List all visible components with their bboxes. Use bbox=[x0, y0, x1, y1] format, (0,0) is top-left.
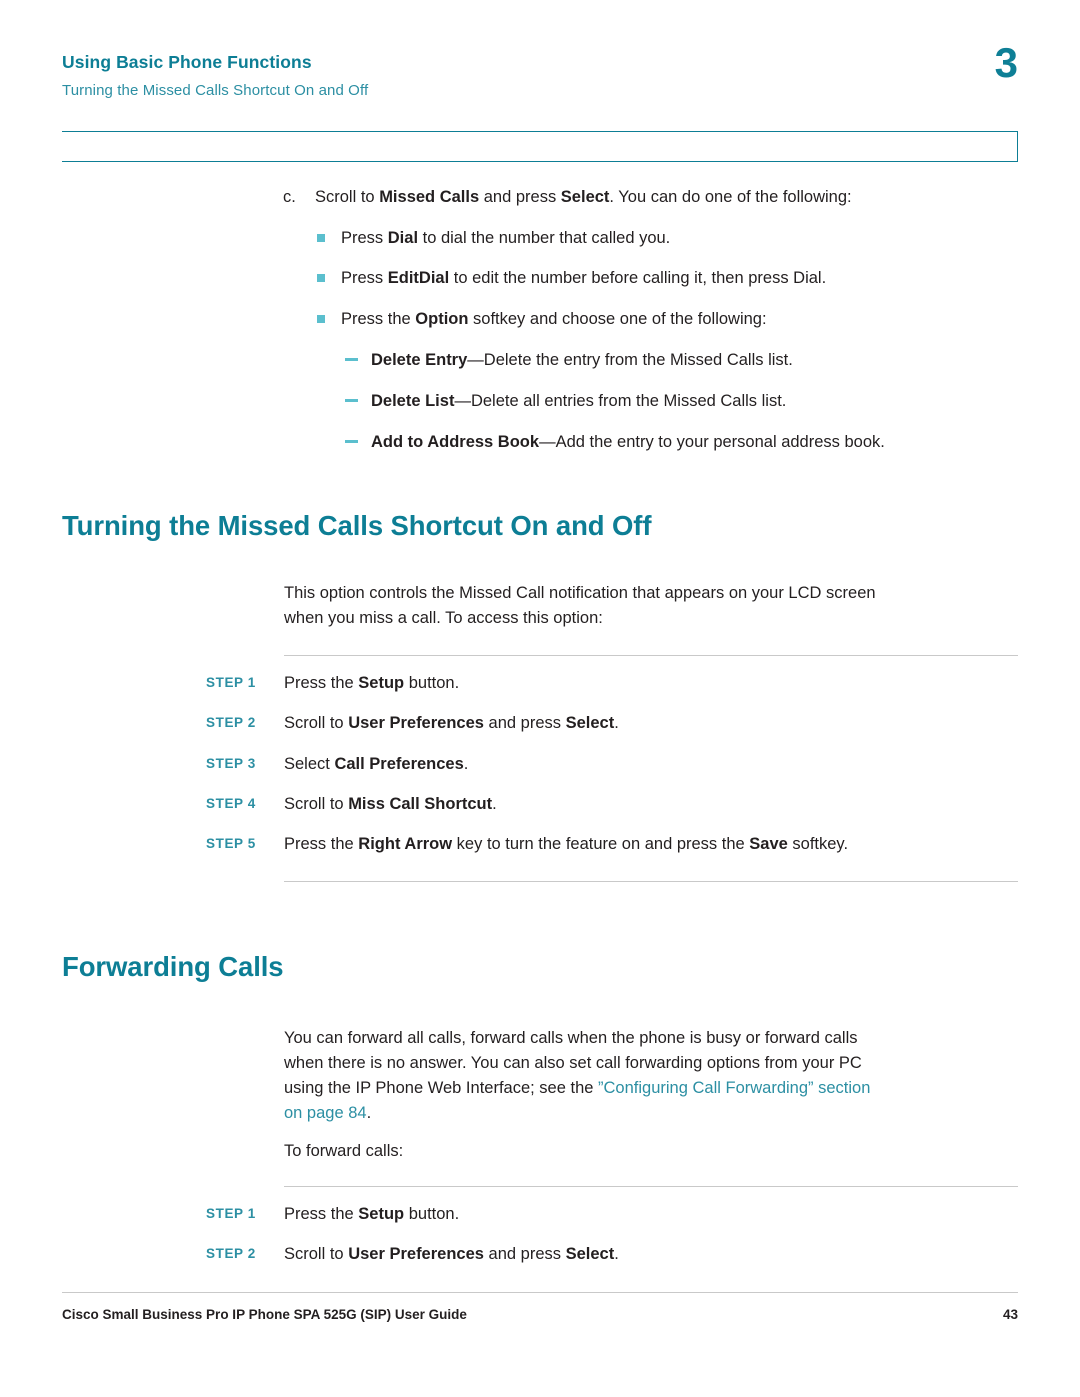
step-label: STEP 1 bbox=[206, 1206, 256, 1221]
step-row-5: STEP 5 Press the Right Arrow key to turn… bbox=[206, 833, 1018, 855]
step-text: Select Call Preferences. bbox=[284, 755, 469, 773]
square-bullet-icon bbox=[317, 315, 325, 323]
chapter-number: 3 bbox=[994, 39, 1018, 86]
step-label: STEP 3 bbox=[206, 756, 256, 771]
dash-bullet-icon bbox=[345, 358, 358, 361]
page-header: Using Basic Phone Functions Turning the … bbox=[62, 42, 1018, 100]
section2-intro-paragraph: You can forward all calls, forward calls… bbox=[284, 1029, 871, 1123]
square-bullet-icon bbox=[317, 274, 325, 282]
cross-reference-link-2[interactable]: on page 84 bbox=[284, 1104, 367, 1122]
list-item-bullet-3: Press the Option softkey and choose one … bbox=[317, 308, 1017, 330]
list-item-bullet-2: Press EditDial to edit the number before… bbox=[317, 267, 1017, 289]
steps2-divider-top bbox=[284, 1186, 1018, 1187]
dash-bullet-icon bbox=[345, 399, 358, 402]
step-label: STEP 1 bbox=[206, 675, 256, 690]
step-label: STEP 5 bbox=[206, 836, 256, 851]
list-item-c: c. Scroll to Missed Calls and press Sele… bbox=[283, 186, 1018, 208]
list-item-text: Press EditDial to edit the number before… bbox=[341, 269, 827, 287]
list-item-text: Delete List—Delete all entries from the … bbox=[371, 392, 787, 410]
steps-divider-top bbox=[284, 655, 1018, 656]
footer-page-number: 43 bbox=[1002, 1307, 1018, 1322]
header-rule bbox=[62, 131, 1018, 162]
step2-row-1: STEP 1 Press the Setup button. bbox=[206, 1203, 1018, 1225]
dash-bullet-icon bbox=[345, 440, 358, 443]
step-text: Scroll to Miss Call Shortcut. bbox=[284, 795, 497, 813]
list-item-text: Add to Address Book—Add the entry to you… bbox=[371, 433, 885, 451]
step-row-4: STEP 4 Scroll to Miss Call Shortcut. bbox=[206, 793, 1018, 815]
list-item-marker: c. bbox=[283, 188, 296, 206]
step-text: Press the Right Arrow key to turn the fe… bbox=[284, 835, 849, 853]
section1-intro-paragraph: This option controls the Missed Call not… bbox=[284, 584, 876, 628]
cross-reference-link-1[interactable]: ”Configuring Call Forwarding” section bbox=[598, 1079, 870, 1097]
step-text: Scroll to User Preferences and press Sel… bbox=[284, 714, 619, 732]
step-row-3: STEP 3 Select Call Preferences. bbox=[206, 753, 1018, 775]
list-item-text: Press Dial to dial the number that calle… bbox=[341, 229, 671, 247]
step-label: STEP 2 bbox=[206, 715, 256, 730]
list-item-text: Scroll to Missed Calls and press Select.… bbox=[315, 188, 852, 206]
list-item-dash-1: Delete Entry—Delete the entry from the M… bbox=[345, 349, 1025, 371]
step-row-2: STEP 2 Scroll to User Preferences and pr… bbox=[206, 712, 1018, 734]
steps-divider-bottom bbox=[284, 881, 1018, 882]
section2-to-forward-line: To forward calls: bbox=[284, 1142, 404, 1160]
list-item-bullet-1: Press Dial to dial the number that calle… bbox=[317, 227, 1017, 249]
step2-row-2: STEP 2 Scroll to User Preferences and pr… bbox=[206, 1243, 1018, 1265]
list-item-text: Press the Option softkey and choose one … bbox=[341, 310, 767, 328]
footer-divider bbox=[62, 1292, 1018, 1293]
footer-title: Cisco Small Business Pro IP Phone SPA 52… bbox=[62, 1307, 467, 1322]
step-text: Scroll to User Preferences and press Sel… bbox=[284, 1245, 619, 1263]
header-section-title: Turning the Missed Calls Shortcut On and… bbox=[62, 82, 369, 99]
step-text: Press the Setup button. bbox=[284, 674, 460, 692]
section-title-missed-calls-shortcut: Turning the Missed Calls Shortcut On and… bbox=[62, 510, 652, 541]
step-label: STEP 2 bbox=[206, 1246, 256, 1261]
document-page: Using Basic Phone Functions Turning the … bbox=[0, 0, 1080, 1397]
step-label: STEP 4 bbox=[206, 796, 256, 811]
header-chapter-title: Using Basic Phone Functions bbox=[62, 52, 312, 72]
step-text: Press the Setup button. bbox=[284, 1205, 460, 1223]
list-item-dash-3: Add to Address Book—Add the entry to you… bbox=[345, 431, 1025, 453]
step-row-1: STEP 1 Press the Setup button. bbox=[206, 672, 1018, 694]
section-title-forwarding-calls: Forwarding Calls bbox=[62, 951, 284, 982]
square-bullet-icon bbox=[317, 234, 325, 242]
list-item-text: Delete Entry—Delete the entry from the M… bbox=[371, 351, 793, 369]
list-item-dash-2: Delete List—Delete all entries from the … bbox=[345, 390, 1025, 412]
